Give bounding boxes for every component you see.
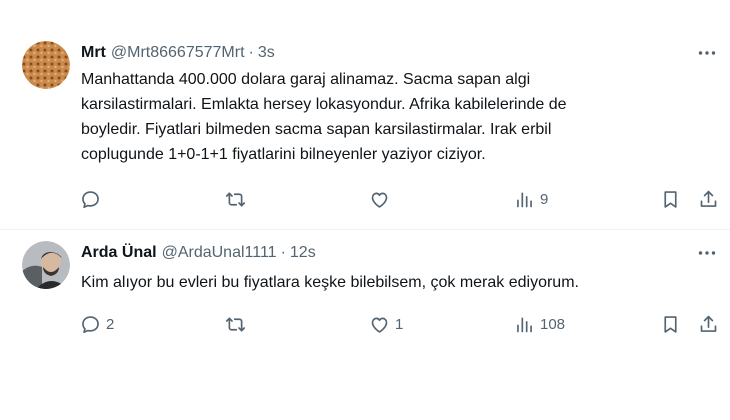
reply-count: 2 <box>106 315 115 333</box>
views-icon <box>514 189 535 210</box>
reply-button[interactable]: 2 <box>80 309 114 339</box>
tweet-text: Kim alıyor bu evleri bu fiyatlara keşke … <box>81 270 701 295</box>
views-button[interactable]: 9 <box>514 184 548 214</box>
separator: · <box>280 244 286 261</box>
retweet-icon <box>225 189 246 210</box>
heart-icon <box>369 314 390 335</box>
retweet-button[interactable] <box>225 184 251 214</box>
display-name[interactable]: Arda Ünal <box>81 244 157 262</box>
reply-icon <box>80 314 101 335</box>
views-icon <box>514 314 535 335</box>
tweet-text-line: boyledir. Fiyatlari bilmeden sacma sapan… <box>81 121 552 138</box>
share-icon <box>698 189 719 210</box>
avatar[interactable] <box>22 241 70 289</box>
bookmark-icon <box>660 189 681 210</box>
views-button[interactable]: 108 <box>514 309 565 339</box>
tweet[interactable]: Mrt @Mrt86667577Mrt · 3s Manhattanda 400… <box>0 0 730 229</box>
retweet-icon <box>225 314 246 335</box>
action-bar: 9 <box>0 184 730 214</box>
heart-icon <box>369 189 390 210</box>
like-count: 1 <box>395 315 404 333</box>
reply-icon <box>80 189 101 210</box>
tweet-text: Manhattanda 400.000 dolara garaj alinama… <box>81 67 701 167</box>
retweet-button[interactable] <box>225 309 251 339</box>
bookmark-button[interactable] <box>660 184 681 214</box>
timestamp[interactable]: 3s <box>258 44 275 62</box>
user-handle[interactable]: @Mrt86667577Mrt <box>111 44 245 62</box>
display-name[interactable]: Mrt <box>81 44 106 62</box>
avatar[interactable] <box>22 41 70 89</box>
reply-button[interactable] <box>80 184 106 214</box>
view-count: 9 <box>540 190 549 208</box>
tweet-header: Mrt @Mrt86667577Mrt · 3s <box>81 42 275 64</box>
tweet-text-line: Kim alıyor bu evleri bu fiyatlara keşke … <box>81 274 579 291</box>
tweet-text-line: coplugunde 1+0-1+1 fiyatlarini bilneyenl… <box>81 146 486 163</box>
separator: · <box>248 44 254 61</box>
action-bar: 2 1 108 <box>0 309 730 339</box>
share-button[interactable] <box>698 184 719 214</box>
more-icon[interactable] <box>696 42 718 64</box>
more-icon[interactable] <box>696 242 718 264</box>
timestamp[interactable]: 12s <box>290 244 316 262</box>
like-button[interactable] <box>369 184 395 214</box>
user-handle[interactable]: @ArdaUnal1111 <box>162 244 277 262</box>
tweet[interactable]: Arda Ünal @ArdaUnal1111 · 12s Kim alıyor… <box>0 229 730 344</box>
tweet-text-line: karsilastirmalari. Emlakta hersey lokasy… <box>81 96 567 113</box>
bookmark-icon <box>660 314 681 335</box>
share-button[interactable] <box>698 309 719 339</box>
like-button[interactable]: 1 <box>369 309 403 339</box>
tweet-text-line: Manhattanda 400.000 dolara garaj alinama… <box>81 71 531 88</box>
bookmark-button[interactable] <box>660 309 681 339</box>
view-count: 108 <box>540 315 566 333</box>
tweet-header: Arda Ünal @ArdaUnal1111 · 12s <box>81 242 316 264</box>
share-icon <box>698 314 719 335</box>
